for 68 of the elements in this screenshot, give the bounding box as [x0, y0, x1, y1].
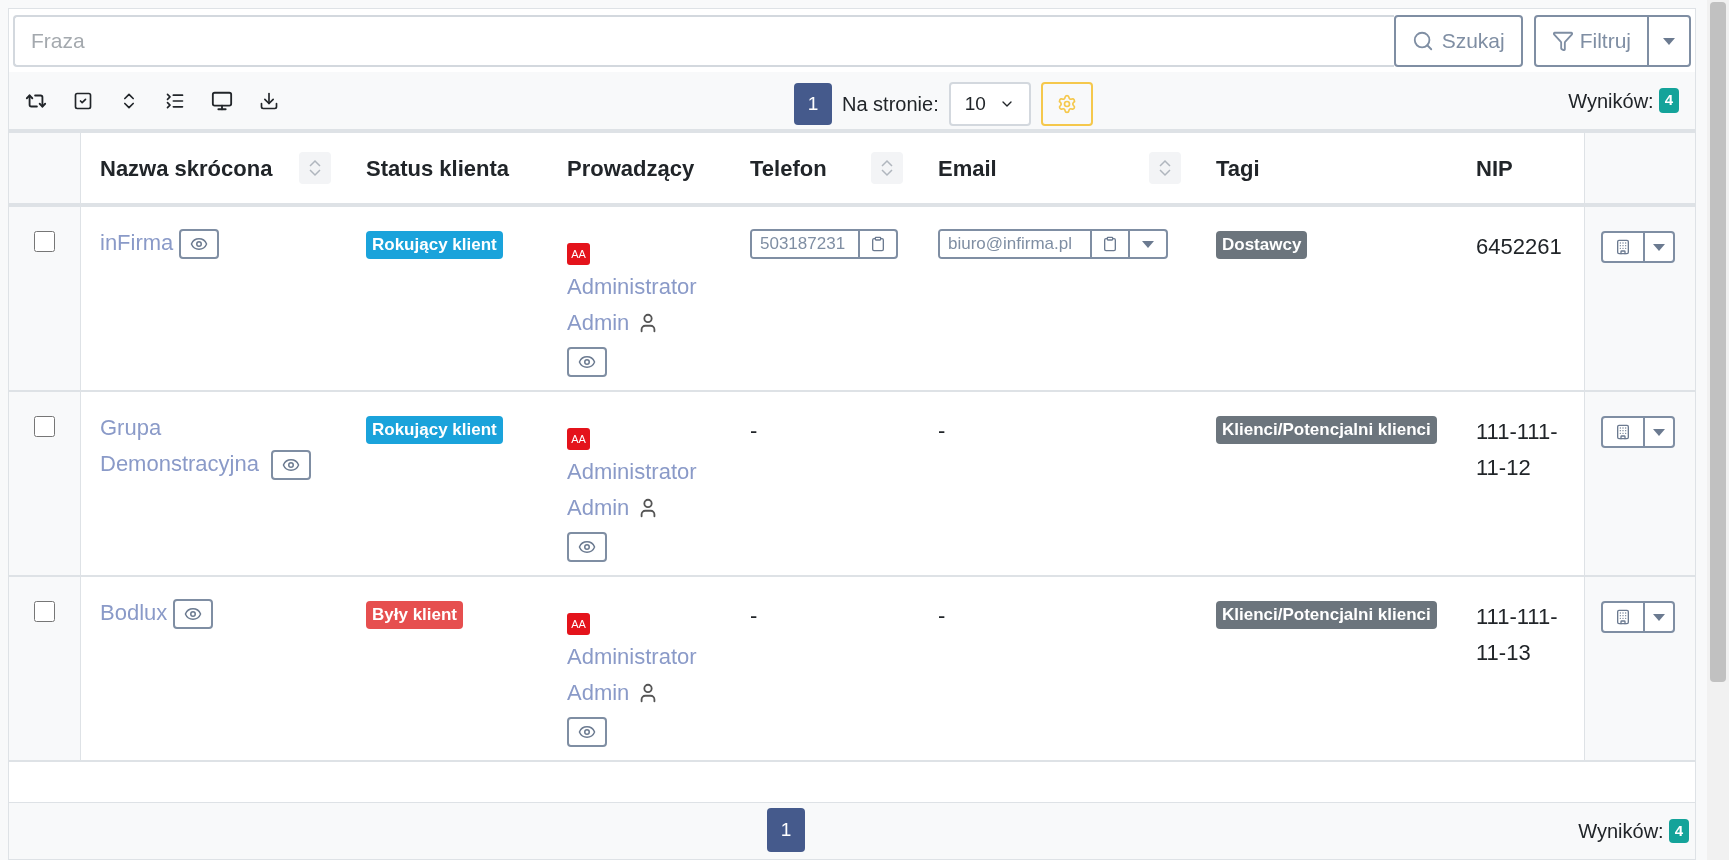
client-name-link[interactable]: Bodlux	[100, 595, 168, 631]
avatar-badge: AA	[567, 243, 590, 265]
status-badge: Były klient	[366, 601, 464, 629]
page-button[interactable]: 1	[794, 83, 832, 125]
row-checkbox[interactable]	[34, 231, 55, 252]
column-header: Email	[938, 154, 997, 183]
tag-badge: Klienci/Potencjalni klienci	[1216, 416, 1437, 444]
phone-field[interactable]: 503187231	[750, 229, 898, 259]
checkbox-icon[interactable]	[73, 90, 93, 111]
clipboard-icon	[870, 236, 886, 252]
nip-text: 111-111-11-12	[1476, 418, 1559, 482]
filter-icon	[1551, 30, 1574, 52]
preview-button[interactable]	[271, 450, 312, 481]
tag-badge: Klienci/Potencjalni klienci	[1216, 601, 1437, 629]
building-icon	[1615, 239, 1631, 255]
results-count-badge: 4	[1658, 88, 1679, 113]
download-icon[interactable]	[259, 90, 279, 111]
results-label: Wyników:	[1578, 819, 1664, 844]
phone-text: -	[750, 418, 758, 443]
results-count-badge: 4	[1668, 818, 1689, 844]
search-icon	[1411, 30, 1434, 52]
settings-icon	[1056, 94, 1077, 114]
client-name-link[interactable]: inFirma	[100, 225, 174, 261]
caret-icon	[1653, 428, 1665, 436]
tag-badge: Dostawcy	[1216, 231, 1308, 259]
status-badge: Rokujący klient	[366, 416, 503, 444]
email-text: -	[938, 603, 946, 628]
results-label: Wyników:	[1568, 88, 1654, 114]
caret-icon	[1653, 243, 1665, 251]
per-page-label: Na stronie:	[842, 92, 939, 117]
caret-icon	[1663, 37, 1675, 45]
preview-button[interactable]	[567, 347, 607, 378]
column-header: Prowadzący	[567, 154, 695, 183]
column-header: Telefon	[750, 154, 827, 183]
email-field[interactable]: biuro@infirma.pl	[938, 229, 1168, 259]
row-checkbox[interactable]	[34, 601, 55, 622]
nip-text: 6452261	[1476, 233, 1563, 261]
preview-button[interactable]	[567, 532, 607, 563]
client-name-link[interactable]: Grupa Demonstracyjna	[100, 410, 265, 482]
avatar-badge: AA	[567, 428, 590, 450]
email-text: -	[938, 418, 946, 443]
column-header: Tagi	[1216, 154, 1260, 183]
search-field[interactable]: Fraza	[13, 15, 1394, 67]
owner-link[interactable]: Administrator Admin	[567, 639, 717, 711]
search-button[interactable]: Szukaj	[1393, 15, 1523, 67]
owner-link[interactable]: Administrator Admin	[567, 269, 717, 341]
column-header: Nazwa skrócona	[100, 154, 273, 183]
caret-icon	[1653, 613, 1665, 621]
avatar-badge: AA	[567, 613, 590, 635]
nip-text: 111-111-11-13	[1476, 603, 1559, 667]
caret-icon	[1142, 240, 1154, 248]
phone-text: -	[750, 603, 758, 628]
status-badge: Rokujący klient	[366, 231, 503, 259]
monitor-icon[interactable]	[211, 89, 233, 112]
column-header: NIP	[1476, 154, 1513, 183]
preview-button[interactable]	[179, 229, 220, 260]
clipboard-icon	[1102, 236, 1118, 252]
building-icon	[1615, 609, 1631, 625]
row-checkbox[interactable]	[34, 416, 55, 437]
column-header: Status klienta	[366, 154, 510, 183]
building-icon	[1615, 424, 1631, 440]
preview-button[interactable]	[173, 599, 214, 630]
list-icon[interactable]	[165, 90, 185, 111]
owner-link[interactable]: Administrator Admin	[567, 454, 717, 526]
per-page-select[interactable]: 10	[948, 82, 1031, 126]
page-button[interactable]: 1	[767, 808, 805, 852]
preview-button[interactable]	[567, 717, 607, 748]
scrollbar[interactable]	[1707, 0, 1729, 860]
